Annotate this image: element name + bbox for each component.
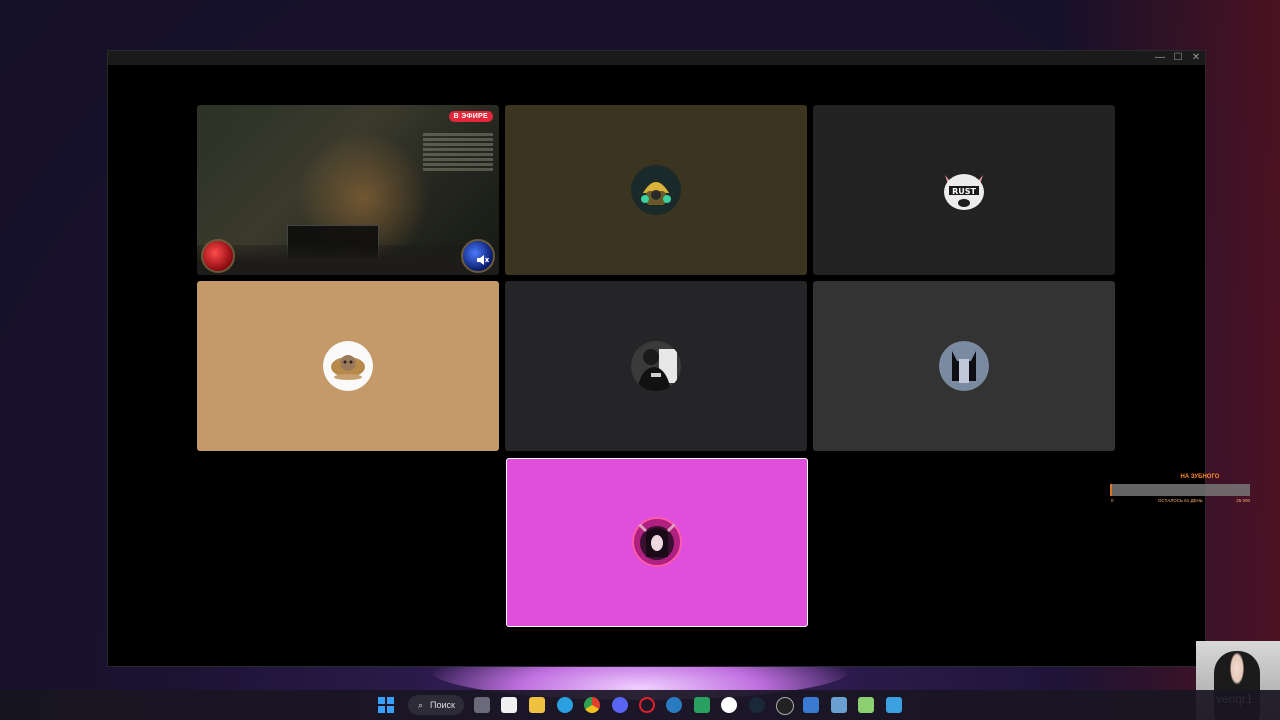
maximize-button[interactable]: ☐ — [1169, 51, 1187, 65]
yandex-icon[interactable] — [721, 697, 737, 713]
taskbar: ⌕ Поиск — [0, 690, 1280, 720]
chrome-icon[interactable] — [584, 697, 600, 713]
participant-tile[interactable] — [813, 281, 1115, 451]
donation-goal-widget: НА ЗУБНОГО 0 ОСТАЛОСЬ 61 ДЕНЬ 25 000 — [1110, 474, 1250, 506]
goal-min-label: 0 — [1111, 498, 1114, 503]
file-explorer-icon[interactable] — [529, 697, 545, 713]
svg-text:RUST: RUST — [952, 187, 976, 196]
goal-title: НА ЗУБНОГО — [1180, 474, 1220, 480]
close-button[interactable]: ✕ — [1187, 51, 1205, 65]
telegram-icon[interactable] — [557, 697, 573, 713]
minimize-button[interactable]: — — [1151, 51, 1169, 65]
windows-start-icon[interactable] — [378, 697, 394, 713]
obs-icon[interactable] — [776, 697, 794, 715]
photo-icon[interactable] — [831, 697, 847, 713]
quest-tracker — [423, 131, 493, 173]
goal-progress-fill — [1110, 484, 1112, 496]
discord-call-window: — ☐ ✕ В ЭФИРЕ RUST — [107, 50, 1206, 667]
window-icon[interactable] — [803, 697, 819, 713]
muted-speaker-icon[interactable] — [475, 253, 491, 269]
live-badge: В ЭФИРЕ — [448, 111, 493, 122]
goal-progress-bar — [1110, 484, 1250, 496]
participant-tile[interactable]: RUST — [813, 105, 1115, 275]
notepad-icon[interactable] — [858, 697, 874, 713]
calculator-icon[interactable] — [886, 697, 902, 713]
taskbar-search[interactable]: ⌕ Поиск — [408, 695, 464, 715]
search-label: Поиск — [430, 700, 455, 710]
task-view-icon[interactable] — [474, 697, 490, 713]
store-icon[interactable] — [501, 697, 517, 713]
stream-tile[interactable]: В ЭФИРЕ — [197, 105, 499, 275]
cat-mask-avatar-icon — [939, 341, 989, 391]
greenapp-icon[interactable] — [694, 697, 710, 713]
goal-remaining-label: ОСТАЛОСЬ 61 ДЕНЬ — [1158, 498, 1203, 503]
steam-icon[interactable] — [749, 697, 765, 713]
participant-tile[interactable] — [505, 281, 807, 451]
rust-pig-avatar-icon: RUST — [939, 165, 989, 215]
game-hud — [197, 245, 499, 275]
participant-tile[interactable] — [197, 281, 499, 451]
robot-avatar-icon — [631, 165, 681, 215]
title-bar: — ☐ ✕ — [108, 51, 1205, 65]
discord-icon[interactable] — [612, 697, 628, 713]
wireshark-icon[interactable] — [666, 697, 682, 713]
search-icon: ⌕ — [418, 700, 424, 710]
sloth-avatar-icon — [323, 341, 373, 391]
participant-tile-speaking[interactable] — [506, 458, 808, 627]
health-orb-icon — [201, 239, 235, 273]
person-avatar-icon — [631, 341, 681, 391]
anime-girl-avatar-icon — [632, 517, 682, 567]
participant-tile[interactable] — [505, 105, 807, 275]
opera-icon[interactable] — [639, 697, 655, 713]
goal-target-label: 25 000 — [1236, 498, 1250, 503]
